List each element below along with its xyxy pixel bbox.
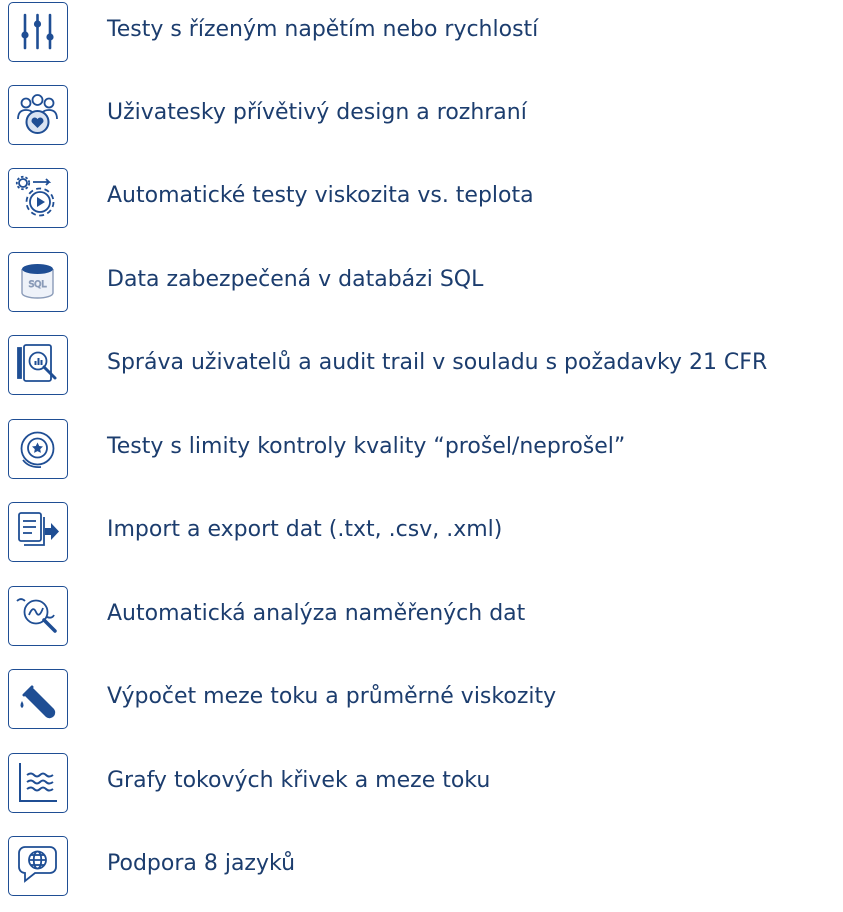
feature-item: Podpora 8 jazyků — [8, 836, 843, 896]
feature-label: Testy s limity kontroly kvality “prošel/… — [107, 434, 626, 459]
feature-item: Správa uživatelů a audit trail v souladu… — [8, 335, 843, 395]
feature-label: Automatická analýza naměřených dat — [107, 601, 526, 626]
feature-item: Výpočet meze toku a průměrné viskozity — [8, 669, 843, 729]
svg-text:SQL: SQL — [29, 280, 47, 290]
feature-item: Grafy tokových křivek a meze toku — [8, 753, 843, 813]
feature-label: Data zabezpečená v databázi SQL — [107, 267, 484, 292]
flow-curve-chart-icon — [8, 753, 68, 813]
feature-label: Podpora 8 jazyků — [107, 851, 296, 876]
feature-item: Testy s řízeným napětím nebo rychlostí — [8, 2, 843, 62]
user-group-heart-icon — [8, 85, 68, 145]
feature-item: Automatické testy viskozita vs. teplota — [8, 168, 843, 228]
feature-label: Grafy tokových křivek a meze toku — [107, 768, 491, 793]
feature-label: Uživatesky přívětivý design a rozhraní — [107, 100, 527, 125]
import-export-icon — [8, 502, 68, 562]
pour-liquid-icon — [8, 669, 68, 729]
feature-item: Uživatesky přívětivý design a rozhraní — [8, 85, 843, 145]
feature-label: Testy s řízeným napětím nebo rychlostí — [107, 17, 539, 42]
sql-database-icon: SQL — [8, 252, 68, 312]
feature-item: SQL Data zabezpečená v databázi SQL — [8, 252, 843, 312]
feature-label: Výpočet meze toku a průměrné viskozity — [107, 684, 557, 709]
quality-badge-icon — [8, 419, 68, 479]
sliders-icon — [8, 2, 68, 62]
feature-item: Testy s limity kontroly kvality “prošel/… — [8, 419, 843, 479]
feature-label: Automatické testy viskozita vs. teplota — [107, 183, 534, 208]
feature-label: Správa uživatelů a audit trail v souladu… — [107, 350, 768, 375]
audit-search-icon — [8, 335, 68, 395]
data-analysis-icon — [8, 586, 68, 646]
feature-item: Automatická analýza naměřených dat — [8, 586, 843, 646]
feature-item: Import a export dat (.txt, .csv, .xml) — [8, 502, 843, 562]
language-globe-icon — [8, 836, 68, 896]
gear-play-icon — [8, 168, 68, 228]
feature-label: Import a export dat (.txt, .csv, .xml) — [107, 517, 503, 542]
